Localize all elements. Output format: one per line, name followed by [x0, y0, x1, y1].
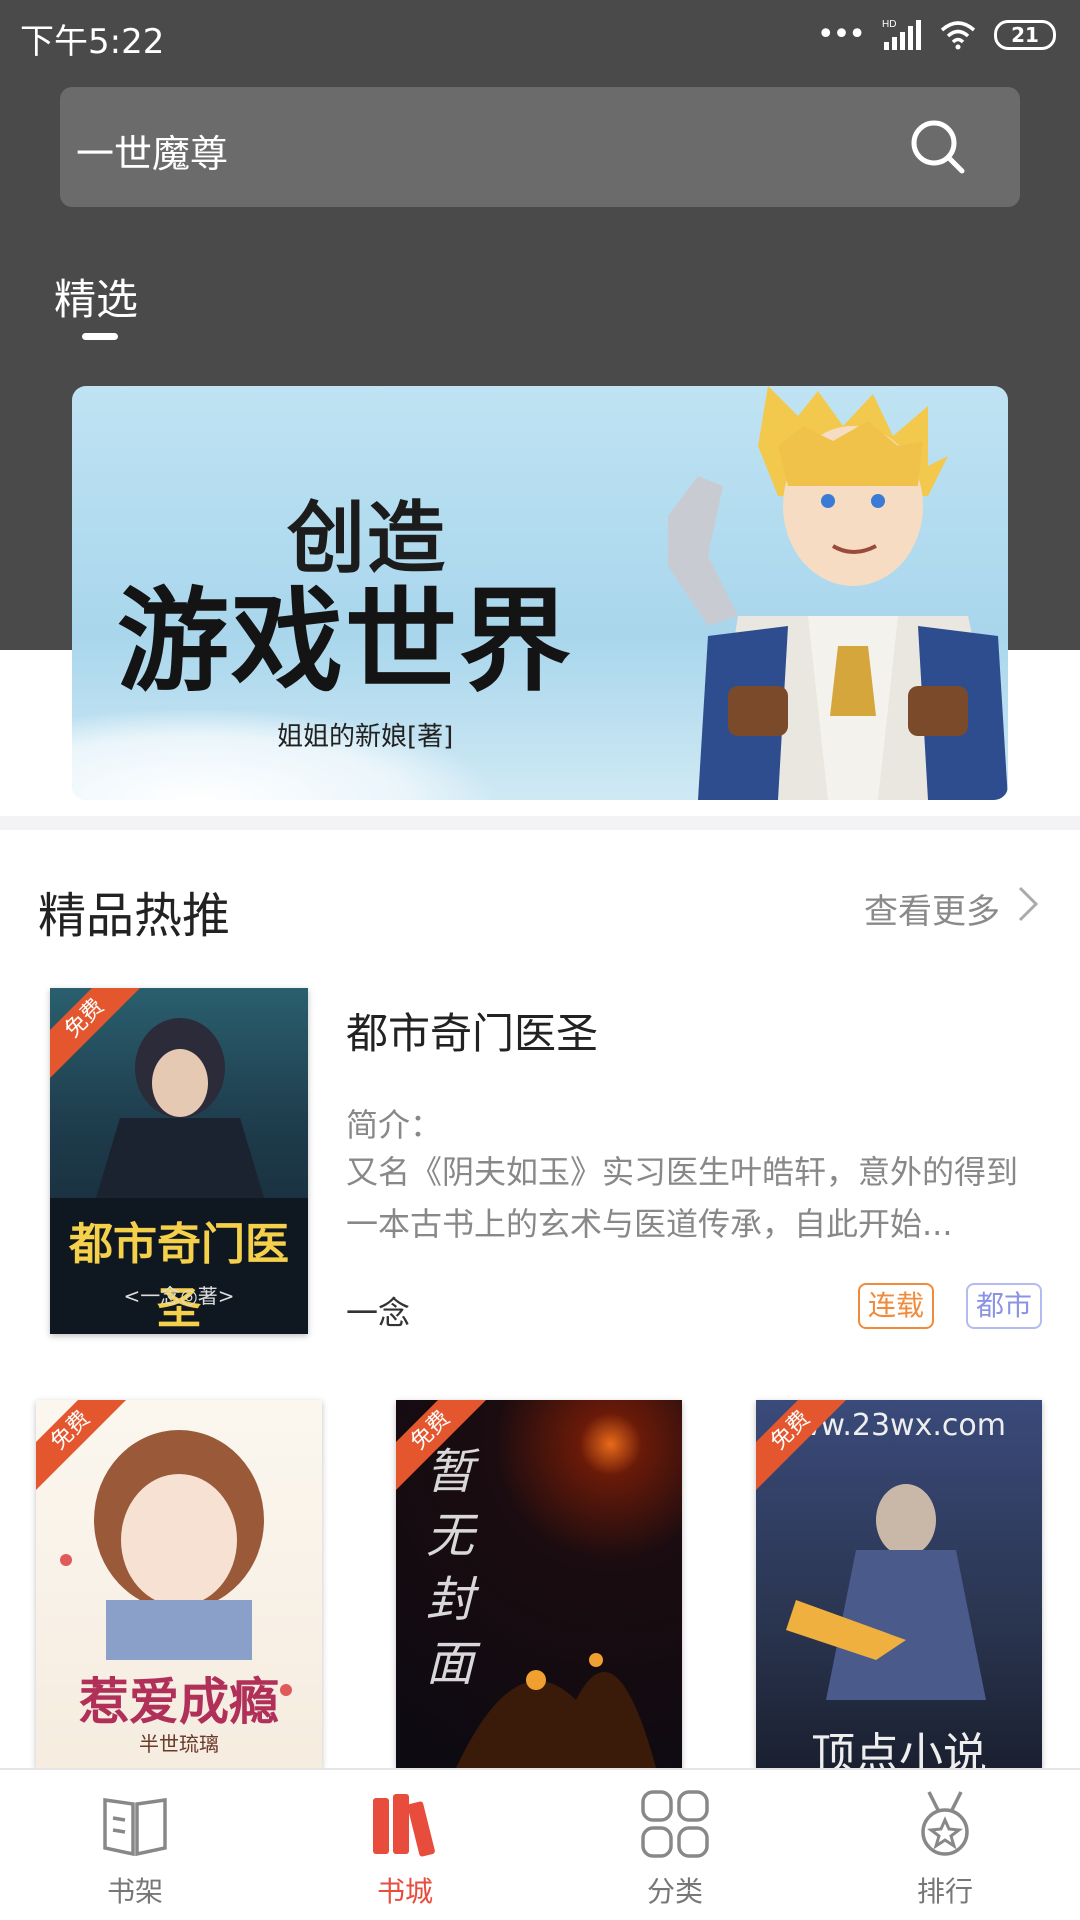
network-label: HD — [882, 19, 896, 30]
bookshelf-icon — [373, 1794, 435, 1857]
featured-book-title[interactable]: 都市奇门医圣 — [346, 1000, 598, 1061]
bookstore-screen: 下午5:22 ••• HD 21 一世魔尊 精选 创造 游戏世界 姐姐的新娘[著… — [0, 0, 1080, 1920]
tag-genre: 都市 — [966, 1283, 1043, 1329]
search-input[interactable]: 一世魔尊 — [76, 123, 228, 178]
status-icons: ••• HD 21 — [817, 18, 1056, 52]
tag-serial: 连载 — [858, 1283, 935, 1329]
grid-category-icon — [641, 1790, 709, 1858]
cover-illustration — [786, 1484, 986, 1700]
nav-item-ranking[interactable]: 排行 — [845, 1770, 1045, 1920]
section-title: 精品热推 — [38, 888, 231, 944]
grid-cover-title-1: 惹爱成瘾 — [79, 1673, 279, 1731]
cover-illustration — [456, 1653, 656, 1768]
featured-cover-author: <一念◎著> — [123, 1284, 235, 1308]
banner-author: 姐姐的新娘[著] — [277, 722, 454, 752]
book-open-icon — [103, 1797, 167, 1857]
status-bar: 下午5:22 ••• HD 21 — [0, 0, 1080, 72]
section-divider — [0, 816, 1080, 830]
banner-title-line2: 游戏世界 — [117, 577, 573, 707]
grid-book-cover-1[interactable]: 惹爱成瘾 半世琉璃 免费 — [36, 1400, 322, 1768]
featured-book-cover[interactable]: 都市奇门医圣 <一念◎著> 免费 — [50, 988, 308, 1334]
chevron-right-icon[interactable] — [1016, 884, 1042, 924]
grid-cover-title-3: 顶点小说 — [811, 1729, 987, 1768]
nav-label-category: 分类 — [646, 1875, 703, 1908]
banner-character-illustration — [668, 386, 1008, 800]
nav-label-ranking: 排行 — [916, 1875, 973, 1908]
nav-label-bookstore: 书城 — [376, 1875, 433, 1908]
tab-featured[interactable]: 精选 — [54, 266, 138, 327]
grid-book-cover-2[interactable]: 暂无封面 免费 — [396, 1400, 682, 1768]
featured-book-intro-label: 简介： — [346, 1106, 443, 1144]
search-icon[interactable] — [908, 117, 968, 177]
tab-active-indicator — [82, 333, 118, 340]
featured-book-author: 一念 — [346, 1294, 411, 1332]
medal-ranking-icon — [921, 1791, 969, 1856]
featured-book-intro: 又名《阴夫如玉》实习医生叶皓轩，意外的得到一本古书上的玄术与医道传承，自此开始.… — [346, 1153, 1019, 1243]
nav-label-bookshelf: 书架 — [106, 1875, 163, 1908]
featured-banner[interactable]: 创造 游戏世界 姐姐的新娘[著] — [72, 386, 1008, 800]
signal-icon: HD — [882, 19, 921, 50]
grid-cover-author-1: 半世琉璃 — [139, 1732, 219, 1756]
search-bar[interactable]: 一世魔尊 — [60, 87, 1020, 207]
nav-item-bookstore[interactable]: 书城 — [305, 1770, 505, 1920]
status-time: 下午5:22 — [20, 22, 165, 62]
featured-cover-title: 都市奇门医圣 — [69, 1219, 289, 1334]
more-dots-icon: ••• — [816, 17, 866, 52]
nav-item-category[interactable]: 分类 — [575, 1770, 775, 1920]
grid-book-cover-3[interactable]: ww.23wx.com 顶点小说 免费 — [756, 1400, 1042, 1768]
nav-item-bookshelf[interactable]: 书架 — [35, 1770, 235, 1920]
wifi-icon — [940, 21, 976, 50]
battery-indicator: 21 — [994, 20, 1056, 50]
bottom-navigation: 书架 书城 分类 排行 — [0, 1768, 1080, 1920]
see-more-link[interactable]: 查看更多 — [864, 884, 1000, 933]
